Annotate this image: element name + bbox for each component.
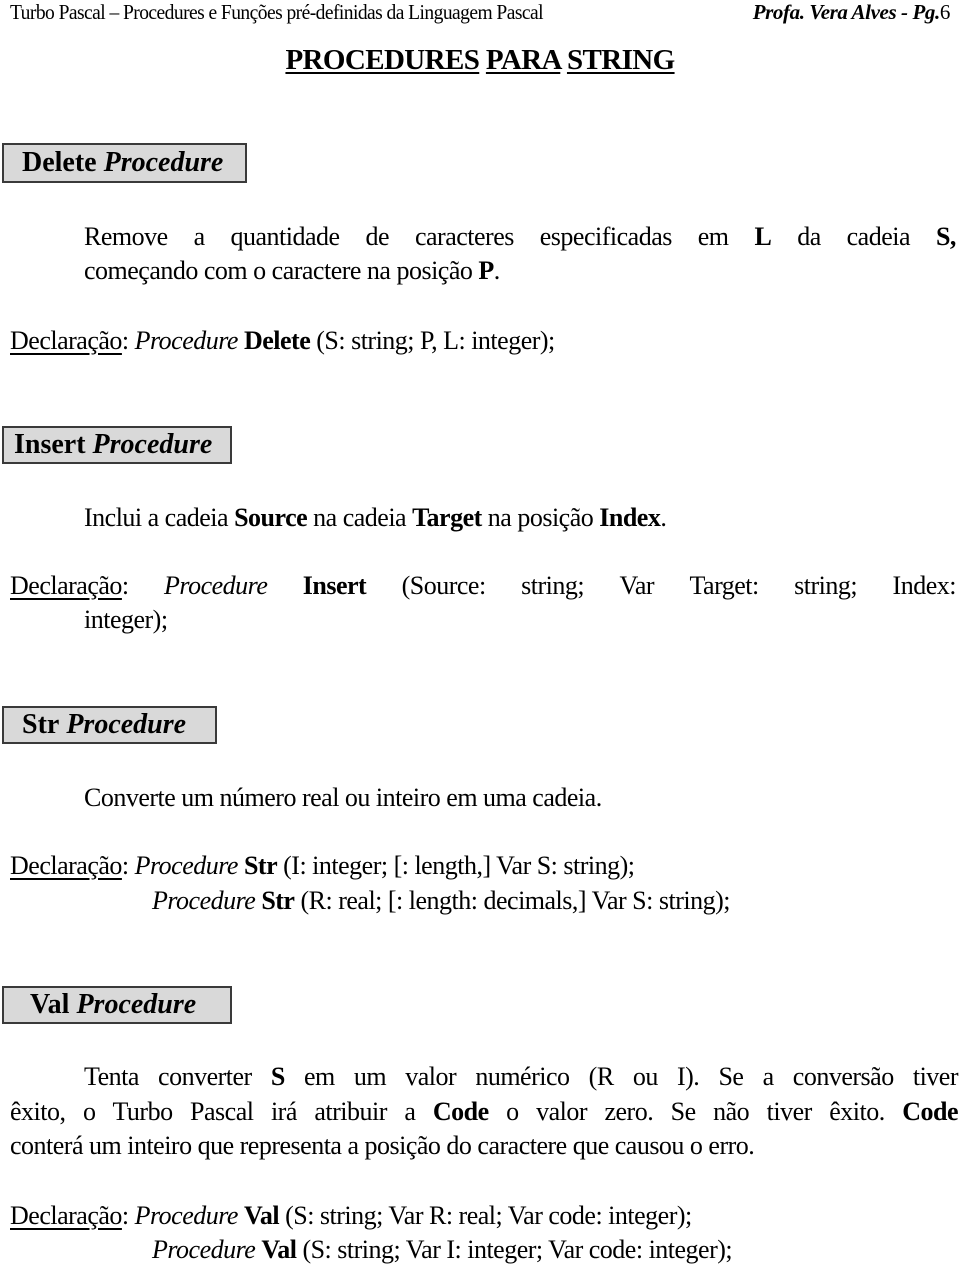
keyword: Procedure [134,326,239,355]
word: Remove [84,222,168,251]
text: o valor zero. Se não tiver êxito. [488,1097,903,1126]
delete-description-line2: começando com o caractere na posição P. [84,256,500,286]
page-title: PROCEDURES PARA STRING [0,44,960,77]
title-word: PARA [485,44,561,76]
text: . [493,256,501,285]
text-bold: Index [599,503,661,532]
heading-suffix: Procedure [76,989,197,1020]
section-heading-delete: Delete Procedure [2,143,247,183]
author-label: Profa. Vera Alves - Pg. [752,0,941,24]
declaration-label: Declaração [10,326,122,355]
keyword: Procedure [152,1235,256,1264]
text: êxito, o Turbo Pascal irá atribuir a [10,1097,433,1126]
val-declaration-1: Declaração: Procedure Val (S: string; Va… [10,1201,692,1231]
text: : [121,571,129,600]
text-bold: Code [902,1097,958,1126]
heading-name: Val [30,989,70,1020]
argument-token: string; [794,571,858,600]
word-bold: S, [935,222,956,251]
text: . [660,503,667,532]
text-bold: Code [432,1097,489,1126]
declaration-label: Declaração [10,851,122,880]
val-description-line3: conterá um inteiro que representa a posi… [10,1131,755,1160]
insert-description: Inclui a cadeia Source na cadeia Target … [84,503,667,533]
argument-token: string; [521,571,585,600]
text-bold: Source [234,503,308,532]
text-bold: S [270,1062,285,1091]
procedure-name: Str [243,851,278,880]
keyword: Procedure [134,851,239,880]
section-heading-insert: Insert Procedure [2,426,232,464]
text: : [121,326,135,355]
delete-declaration: Declaração: Procedure Delete (S: string;… [10,326,555,356]
str-declaration-1: Declaração: Procedure Str (I: integer; [… [10,851,635,881]
word: cadeia [846,222,911,251]
val-description-line1: Tenta converter S em um valor numérico (… [84,1062,959,1092]
heading-suffix: Procedure [66,709,187,740]
text: começando com o caractere na posição [84,256,479,285]
procedure-name: Val [243,1201,280,1230]
delete-description-line1: Remove a quantidade de caracteres especi… [84,222,956,252]
title-word: PROCEDURES [285,44,480,76]
section-heading-str: Str Procedure [2,706,217,744]
argument-token: Var [619,571,655,600]
str-description: Converte um número real ou inteiro em um… [84,783,602,812]
word: de [365,222,390,251]
heading-suffix: Procedure [92,429,213,460]
insert-declaration-continued: integer); [84,605,168,634]
declaration-head: Declaração: [10,571,129,601]
procedure-name: Val [261,1235,297,1264]
arguments: (R: real; [: length: decimals,] Var S: s… [294,886,730,915]
document-header-title: Turbo Pascal – Procedures e Funções pré-… [10,0,544,24]
section-heading-val: Val Procedure [2,986,232,1024]
argument-token: Index: [892,571,957,600]
val-description-line2: êxito, o Turbo Pascal irá atribuir a Cod… [10,1097,958,1127]
arguments: (S: string; P, L: integer); [310,326,555,355]
text-bold: Target [412,503,482,532]
text: Tenta converter [84,1062,271,1091]
arguments: (S: string; Var R: real; Var code: integ… [279,1201,692,1230]
insert-declaration: Declaração: Procedure Insert (Source: st… [10,571,956,601]
word: quantidade [230,222,341,251]
text: Inclui a cadeia [84,503,235,532]
word: a [193,222,206,251]
argument-token: (Source: [401,571,487,600]
page-number: 6 [939,0,951,24]
word: caracteres [414,222,514,251]
heading-name: Str [22,709,60,740]
declaration-label: Declaração [10,571,122,600]
text: : [121,1201,135,1230]
declaration-label: Declaração [10,1201,122,1230]
keyword: Procedure [152,886,256,915]
val-declaration-2: Procedure Val (S: string; Var I: integer… [152,1235,733,1265]
heading-name: Delete [22,147,97,178]
text: : [121,851,135,880]
text: na posição [481,503,600,532]
procedure-name: Delete [243,326,311,355]
arguments: (S: string; Var I: integer; Var code: in… [296,1235,733,1264]
procedure-name: Insert [302,571,367,600]
heading-suffix: Procedure [103,147,224,178]
word: em [697,222,729,251]
text: em um valor numérico (R ou I). Se a conv… [284,1062,959,1091]
keyword: Procedure [134,1201,239,1230]
title-word: STRING [566,44,675,76]
text-bold: P [478,256,494,285]
str-declaration-2: Procedure Str (R: real; [: length: decim… [152,886,730,916]
argument-token: Target: [689,571,759,600]
word-bold: L [754,222,772,251]
procedure-name: Str [261,886,295,915]
word: especificadas [539,222,673,251]
word: da [797,222,821,251]
arguments: (I: integer; [: length,] Var S: string); [277,851,635,880]
heading-name: Insert [14,429,86,460]
keyword: Procedure [164,571,268,600]
document-header-author: Profa. Vera Alves - Pg.6 [752,0,951,25]
text: na cadeia [307,503,413,532]
